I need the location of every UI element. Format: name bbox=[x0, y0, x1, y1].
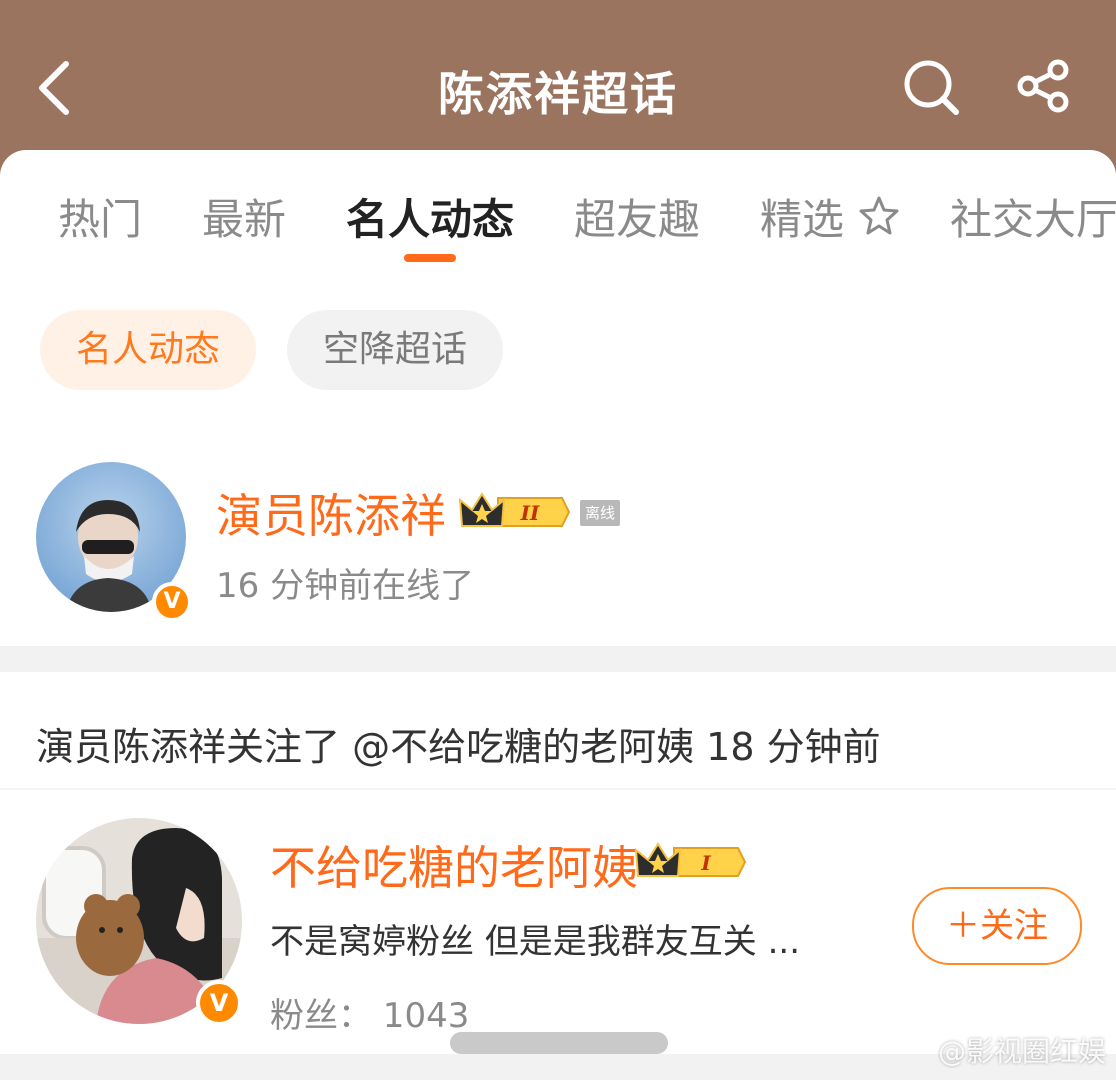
top-bar: 陈添祥超话 bbox=[0, 0, 1116, 160]
share-icon[interactable] bbox=[1014, 56, 1074, 116]
user-name[interactable]: 不给吃糖的老阿姨 bbox=[270, 832, 638, 898]
level-number: II bbox=[520, 501, 540, 525]
level-crown-icon: II bbox=[458, 492, 570, 527]
offline-badge: 离线 bbox=[580, 500, 620, 526]
featured-star-icon bbox=[859, 196, 899, 235]
level-number: I bbox=[700, 851, 711, 875]
level-crown-icon: I bbox=[634, 842, 746, 877]
tab-hot[interactable]: 热门 bbox=[58, 186, 142, 247]
row-divider bbox=[0, 788, 1116, 790]
verified-badge: V bbox=[152, 582, 192, 622]
fans-count: 粉丝： 1043 bbox=[270, 996, 470, 1036]
celebrity-name[interactable]: 演员陈添祥 bbox=[216, 480, 446, 546]
tab-featured-label: 精选 bbox=[760, 195, 845, 244]
tab-social-hall[interactable]: 社交大厅 bbox=[950, 186, 1116, 247]
tab-fun[interactable]: 超友趣 bbox=[574, 186, 700, 247]
verified-badge: V bbox=[196, 980, 242, 1026]
last-online-text: 16 分钟前在线了 bbox=[216, 566, 475, 606]
search-icon[interactable] bbox=[900, 56, 960, 116]
follow-button[interactable]: ＋关注 bbox=[912, 887, 1082, 965]
tab-featured[interactable]: 精选 bbox=[760, 186, 901, 247]
section-divider bbox=[0, 646, 1116, 672]
activity-text[interactable]: 演员陈添祥关注了 @不给吃糖的老阿姨 18 分钟前 bbox=[36, 716, 881, 771]
active-tab-indicator bbox=[404, 254, 456, 262]
tab-latest[interactable]: 最新 bbox=[202, 186, 286, 247]
watermark: @影视圈红娱 bbox=[937, 1035, 1106, 1068]
tab-celebrity-news[interactable]: 名人动态 bbox=[346, 186, 514, 247]
filter-chip-celebrity[interactable]: 名人动态 bbox=[40, 310, 256, 390]
filter-chip-airdrop[interactable]: 空降超话 bbox=[287, 310, 503, 390]
tab-bar: 热门 最新 名人动态 超友趣 精选 社交大厅 bbox=[0, 150, 1116, 270]
user-bio: 不是窝婷粉丝 但是是我群友互关 ... bbox=[270, 922, 801, 962]
home-indicator[interactable] bbox=[450, 1032, 668, 1054]
content-card: 热门 最新 名人动态 超友趣 精选 社交大厅 名人动态 空降超话 V 演员陈添祥… bbox=[0, 150, 1116, 1080]
